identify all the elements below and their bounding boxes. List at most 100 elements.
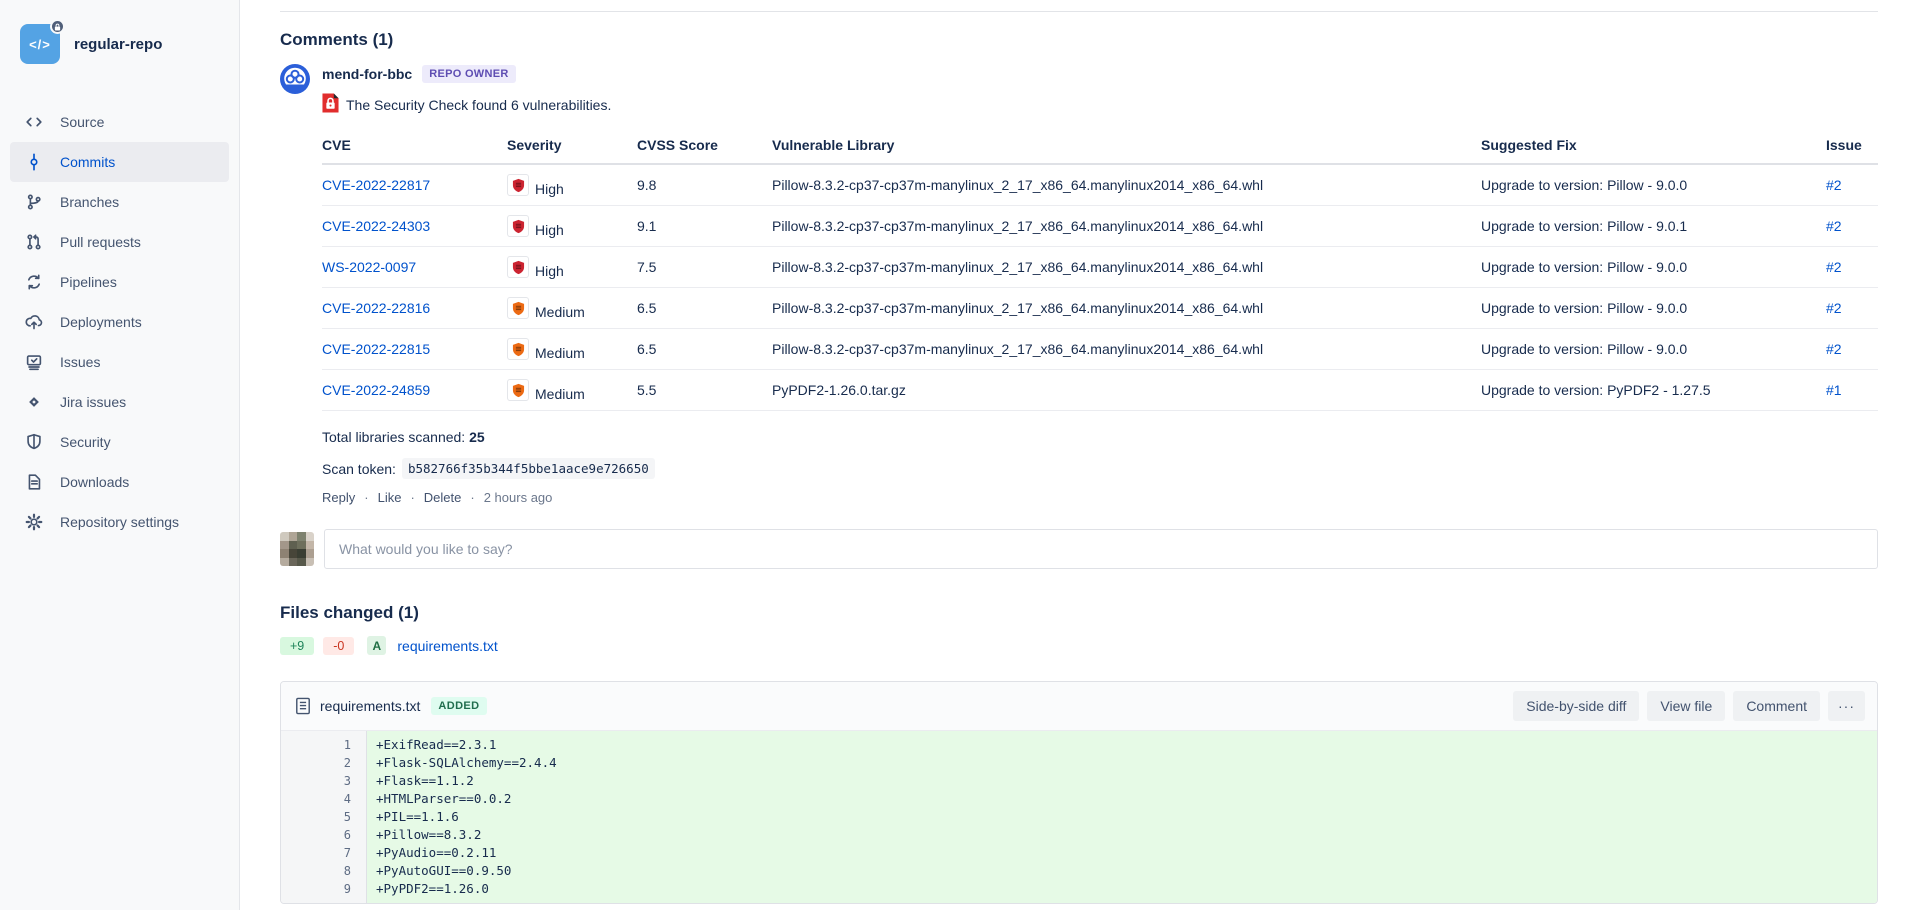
sidebar-item-label: Downloads <box>60 474 129 490</box>
added-line-text: +PyAudio==0.2.11 <box>367 844 1877 862</box>
cvss-score: 5.5 <box>637 370 772 411</box>
code-line: 2+Flask-SQLAlchemy==2.4.4 <box>281 754 1877 772</box>
side-by-side-diff-button[interactable]: Side-by-side diff <box>1513 691 1639 721</box>
cve-link[interactable]: WS-2022-0097 <box>322 259 416 275</box>
cve-link[interactable]: CVE-2022-24303 <box>322 218 430 234</box>
sidebar-item-label: Issues <box>60 354 100 370</box>
sidebar-item-security[interactable]: Security <box>10 422 229 462</box>
bitbucket-repo-page: </> regular-repo Source Commits Branches <box>0 0 1920 910</box>
commit-icon <box>24 152 44 172</box>
cve-link[interactable]: CVE-2022-22817 <box>322 177 430 193</box>
table-row: CVE-2022-24859 Medium 5.5 PyPDF2-1.26.0.… <box>322 370 1878 411</box>
comments-heading: Comments (1) <box>280 30 1878 50</box>
new-comment-input[interactable] <box>324 529 1878 569</box>
scan-token-value: b582766f35b344f5bbe1aace9e726650 <box>402 458 655 479</box>
diff-toolbar: Side-by-side diff View file Comment ··· <box>1513 691 1865 721</box>
issue-link[interactable]: #1 <box>1826 382 1842 398</box>
cvss-score: 9.8 <box>637 164 772 206</box>
changed-file-row: +9 -0 A requirements.txt <box>280 636 1878 655</box>
suggested-fix: Upgrade to version: Pillow - 9.0.0 <box>1481 288 1826 329</box>
severity-label: High <box>535 181 564 197</box>
sidebar-item-label: Pull requests <box>60 234 141 250</box>
issue-link[interactable]: #2 <box>1826 341 1842 357</box>
sidebar-item-source[interactable]: Source <box>10 102 229 142</box>
cve-link[interactable]: CVE-2022-22816 <box>322 300 430 316</box>
sidebar: </> regular-repo Source Commits Branches <box>0 0 240 910</box>
code-line: 9+PyPDF2==1.26.0 <box>281 880 1877 898</box>
comment-message-text: The Security Check found 6 vulnerabiliti… <box>346 97 611 113</box>
total-libraries-line: Total libraries scanned: 25 <box>322 429 1878 445</box>
sidebar-item-deployments[interactable]: Deployments <box>10 302 229 342</box>
vulnerable-library: Pillow-8.3.2-cp37-cp37m-manylinux_2_17_x… <box>772 206 1481 247</box>
comment-button[interactable]: Comment <box>1733 691 1820 721</box>
sidebar-item-label: Source <box>60 114 104 130</box>
files-changed-heading: Files changed (1) <box>280 603 1878 623</box>
pipelines-icon <box>24 272 44 292</box>
issue-link[interactable]: #2 <box>1826 218 1842 234</box>
line-number: 1 <box>281 736 367 754</box>
severity-label: Medium <box>535 304 585 320</box>
added-line-text: +Pillow==8.3.2 <box>367 826 1877 844</box>
branch-icon <box>24 192 44 212</box>
severity-medium-shield-icon <box>507 379 529 401</box>
delete-link[interactable]: Delete <box>424 490 462 505</box>
diff-file-name: requirements.txt <box>320 698 420 714</box>
comment-composer <box>280 529 1878 569</box>
col-header-cve: CVE <box>322 129 507 164</box>
sidebar-item-label: Deployments <box>60 314 142 330</box>
code-padding-row <box>281 898 1877 903</box>
line-number: 9 <box>281 880 367 898</box>
security-check-lock-icon <box>322 93 339 113</box>
issue-link[interactable]: #2 <box>1826 300 1842 316</box>
view-file-button[interactable]: View file <box>1647 691 1725 721</box>
table-row: CVE-2022-22817 High 9.8 Pillow-8.3.2-cp3… <box>322 164 1878 206</box>
file-added-status-badge: A <box>367 636 386 655</box>
suggested-fix: Upgrade to version: Pillow - 9.0.0 <box>1481 247 1826 288</box>
sidebar-nav: Source Commits Branches Pull requests Pi… <box>0 102 239 542</box>
table-row: CVE-2022-22816 Medium 6.5 Pillow-8.3.2-c… <box>322 288 1878 329</box>
added-line-text: +ExifRead==2.3.1 <box>367 736 1877 754</box>
suggested-fix: Upgrade to version: Pillow - 9.0.0 <box>1481 329 1826 370</box>
like-link[interactable]: Like <box>378 490 402 505</box>
severity-label: Medium <box>535 345 585 361</box>
sidebar-item-jira-issues[interactable]: Jira issues <box>10 382 229 422</box>
sidebar-item-downloads[interactable]: Downloads <box>10 462 229 502</box>
code-line: 6+Pillow==8.3.2 <box>281 826 1877 844</box>
cvss-score: 6.5 <box>637 288 772 329</box>
changed-file-link[interactable]: requirements.txt <box>397 638 497 654</box>
sidebar-item-pull-requests[interactable]: Pull requests <box>10 222 229 262</box>
table-row: CVE-2022-22815 Medium 6.5 Pillow-8.3.2-c… <box>322 329 1878 370</box>
col-header-suggested-fix: Suggested Fix <box>1481 129 1826 164</box>
comment-actions: Reply · Like · Delete · 2 hours ago <box>322 490 1878 505</box>
scan-token-line: Scan token: b582766f35b344f5bbe1aace9e72… <box>322 458 1878 479</box>
col-header-vulnerable-library: Vulnerable Library <box>772 129 1481 164</box>
issues-icon <box>24 352 44 372</box>
vulnerable-library: Pillow-8.3.2-cp37-cp37m-manylinux_2_17_x… <box>772 329 1481 370</box>
sidebar-item-repository-settings[interactable]: Repository settings <box>10 502 229 542</box>
document-icon <box>24 472 44 492</box>
current-user-avatar <box>280 532 314 566</box>
sidebar-item-commits[interactable]: Commits <box>10 142 229 182</box>
issue-link[interactable]: #2 <box>1826 259 1842 275</box>
issue-link[interactable]: #2 <box>1826 177 1842 193</box>
repo-owner-badge: REPO OWNER <box>422 65 515 83</box>
sidebar-item-branches[interactable]: Branches <box>10 182 229 222</box>
code-line: 3+Flask==1.1.2 <box>281 772 1877 790</box>
sidebar-item-label: Security <box>60 434 111 450</box>
pull-request-icon <box>24 232 44 252</box>
more-options-button[interactable]: ··· <box>1828 691 1865 721</box>
repo-name[interactable]: regular-repo <box>74 36 162 53</box>
sidebar-item-pipelines[interactable]: Pipelines <box>10 262 229 302</box>
section-divider <box>280 11 1878 12</box>
line-number: 4 <box>281 790 367 808</box>
comment: mend-for-bbc REPO OWNER The Security Che… <box>280 64 1878 505</box>
cve-link[interactable]: CVE-2022-24859 <box>322 382 430 398</box>
cve-link[interactable]: CVE-2022-22815 <box>322 341 430 357</box>
diff-card: requirements.txt ADDED Side-by-side diff… <box>280 681 1878 904</box>
total-libraries-value: 25 <box>469 429 485 445</box>
sidebar-item-issues[interactable]: Issues <box>10 342 229 382</box>
code-line: 4+HTMLParser==0.0.2 <box>281 790 1877 808</box>
reply-link[interactable]: Reply <box>322 490 355 505</box>
comment-author[interactable]: mend-for-bbc <box>322 66 412 82</box>
repo-avatar[interactable]: </> <box>20 24 60 64</box>
